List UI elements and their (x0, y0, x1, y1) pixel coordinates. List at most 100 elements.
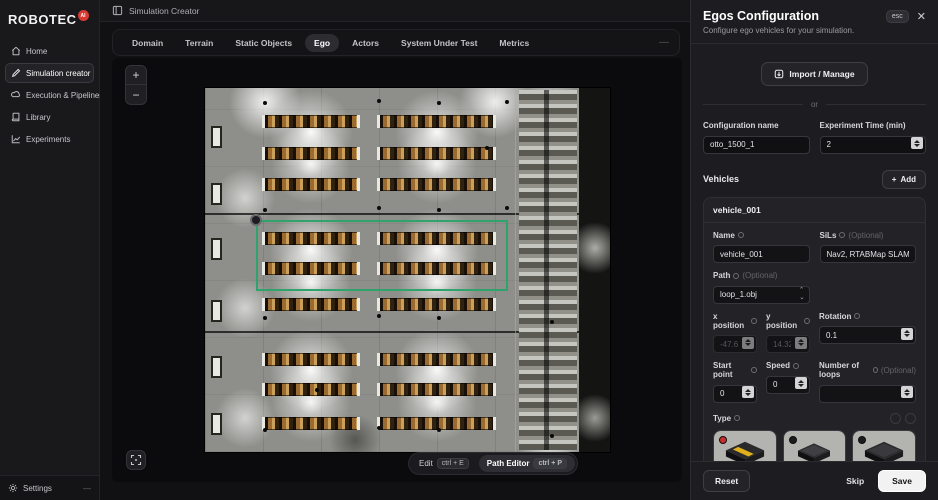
type-option-otto600[interactable]: OTTO600 (783, 430, 847, 462)
tab-system-under-test[interactable]: System Under Test (392, 34, 486, 52)
selection-handle[interactable] (250, 214, 262, 226)
stepper-icon[interactable] (901, 328, 913, 340)
stepper-icon[interactable] (795, 337, 807, 349)
configuration-name-field: Configuration name (703, 121, 810, 154)
import-manage-button[interactable]: Import / Manage (761, 62, 867, 86)
topbar-title: Simulation Creator (129, 6, 199, 16)
panel-footer: Reset Skip Save (691, 461, 938, 500)
left-rack (211, 413, 222, 435)
selection-rectangle[interactable] (256, 220, 508, 291)
tab-terrain[interactable]: Terrain (176, 34, 222, 52)
pencil-icon (11, 68, 21, 78)
path-editor-shortcut-badge: ctrl + P (533, 458, 567, 469)
path-select[interactable] (713, 286, 810, 304)
brand-ai-badge: AI (78, 10, 89, 21)
tab-static-objects[interactable]: Static Objects (226, 34, 301, 52)
light-fixture-dots (205, 88, 209, 92)
path-field: Path (Optional) ⌃⌃ (713, 271, 810, 304)
stepper-icon[interactable] (742, 337, 754, 349)
sidebar-item-library[interactable]: Library (5, 107, 94, 127)
type-label: Type (713, 414, 731, 423)
type-header: Type (713, 413, 916, 424)
plus-icon: + (892, 175, 897, 184)
edit-mode-button[interactable]: Edit ctrl + E (411, 455, 477, 472)
sidebar-nav: Home Simulation creator Execution & Pipe… (0, 41, 99, 149)
stepper-icon[interactable] (795, 377, 807, 389)
name-input[interactable] (713, 245, 810, 263)
panel-body: Import / Manage or Configuration name Ex… (691, 44, 938, 461)
type-option-otto1500-lifting[interactable]: OTTO1500_Lifting_platform (713, 430, 777, 462)
sidebar-item-label: Home (26, 47, 47, 56)
number-of-loops-field: Number of loops (Optional) (819, 361, 916, 403)
gear-icon (8, 483, 18, 493)
rotation-field: Rotation (819, 312, 916, 354)
tab-actors[interactable]: Actors (343, 34, 388, 52)
left-rack (211, 356, 222, 378)
add-vehicle-button[interactable]: + Add (882, 170, 926, 189)
vehicle-type-options: OTTO1500_Lifting_platform OTTO600 (713, 430, 916, 462)
sidebar-item-home[interactable]: Home (5, 41, 94, 61)
y-position-field: y position (766, 312, 810, 354)
tab-domain[interactable]: Domain (123, 34, 172, 52)
stepper-icon[interactable] (901, 386, 913, 398)
sidebar-item-execution-pipelines[interactable]: Execution & Pipelines (5, 85, 94, 105)
stepper-icon[interactable] (742, 386, 754, 398)
left-rack (211, 183, 222, 205)
experiment-time-field: Experiment Time (min) (820, 121, 927, 154)
info-icon (839, 232, 845, 238)
sidebar-item-settings[interactable]: Settings — (0, 475, 99, 500)
info-icon (738, 232, 744, 238)
map-right-edge (579, 88, 610, 452)
carousel-next-button[interactable] (905, 413, 916, 424)
zoom-in-button[interactable]: + (126, 66, 146, 85)
name-field: Name (713, 231, 810, 264)
recenter-button[interactable] (126, 450, 146, 470)
zoom-controls: + − (125, 65, 147, 105)
or-divider: or (703, 100, 926, 109)
reset-button[interactable]: Reset (703, 470, 750, 492)
chevron-up-down-icon: ⌃⌃ (799, 288, 805, 298)
x-position-label: x position (713, 312, 748, 330)
topbar: Simulation Creator (100, 0, 690, 22)
sils-input[interactable] (820, 245, 917, 263)
panel-toggle-icon[interactable] (112, 5, 123, 16)
tab-ego[interactable]: Ego (305, 34, 339, 52)
configuration-name-input[interactable] (703, 136, 810, 154)
y-position-label: y position (766, 312, 801, 330)
vertical-racks (519, 90, 577, 450)
configuration-name-label: Configuration name (703, 121, 779, 130)
esc-badge: esc (886, 10, 909, 23)
collapse-sidebar-icon[interactable]: — (83, 484, 91, 493)
sidebar: ROBOTEC AI Home Simulation creator Exe (0, 0, 100, 500)
experiment-time-label: Experiment Time (min) (820, 121, 906, 130)
skip-button[interactable]: Skip (838, 471, 872, 491)
pipelines-icon (11, 90, 21, 100)
info-icon (751, 318, 757, 324)
sidebar-item-simulation-creator[interactable]: Simulation creator (5, 63, 94, 83)
warehouse-map[interactable] (205, 88, 610, 452)
tab-metrics[interactable]: Metrics (490, 34, 538, 52)
mode-toolbar: Edit ctrl + E Path Editor ctrl + P (408, 452, 578, 475)
edit-shortcut-badge: ctrl + E (437, 458, 469, 469)
close-icon[interactable]: ✕ (917, 10, 926, 23)
app-root: ROBOTEC AI Home Simulation creator Exe (0, 0, 938, 500)
info-icon (733, 273, 739, 279)
info-icon (751, 367, 757, 373)
panel-title: Egos Configuration (703, 9, 819, 23)
type-option-otto1500-basic[interactable]: OTTO1500_Basic_platform (852, 430, 916, 462)
save-button[interactable]: Save (878, 470, 926, 492)
sidebar-item-label: Library (26, 113, 50, 122)
carousel-prev-button[interactable] (890, 413, 901, 424)
map-canvas[interactable]: + − (112, 58, 682, 482)
settings-label: Settings (23, 484, 52, 493)
stepper-icon[interactable] (911, 137, 923, 149)
vehicle-card: vehicle_001 Name SiLs (703, 197, 926, 462)
radio-selected-icon (719, 436, 727, 444)
zoom-out-button[interactable]: − (126, 85, 146, 104)
sidebar-item-label: Execution & Pipelines (26, 91, 103, 100)
path-editor-label: Path Editor (487, 459, 530, 468)
sidebar-item-experiments[interactable]: Experiments (5, 129, 94, 149)
vehicle-type-image (784, 431, 846, 462)
path-editor-mode-button[interactable]: Path Editor ctrl + P (479, 455, 575, 472)
collapse-tabs-icon[interactable]: — (659, 37, 669, 48)
